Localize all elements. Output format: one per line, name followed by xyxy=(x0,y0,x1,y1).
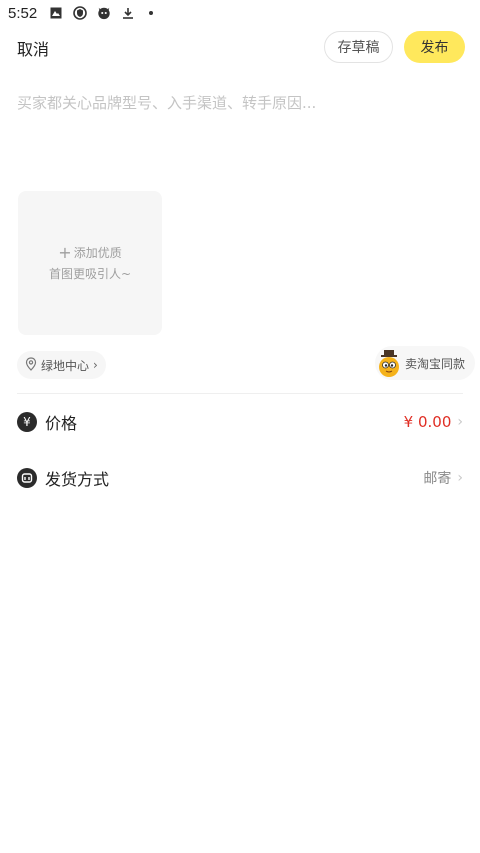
location-pin-icon xyxy=(25,356,37,374)
add-photo-line: + 添加优质 xyxy=(58,244,121,261)
chevron-right-icon: › xyxy=(93,358,98,372)
gallery-icon xyxy=(49,6,63,20)
chevron-right-icon: › xyxy=(457,470,463,486)
location-label: 绿地中心 xyxy=(41,358,90,373)
location-chip[interactable]: 绿地中心 › xyxy=(17,351,106,379)
mascot-icon xyxy=(375,349,403,377)
add-photo-hint: 首图更吸引人~ xyxy=(48,267,132,281)
cancel-button[interactable]: 取消 xyxy=(17,36,49,60)
divider xyxy=(17,393,463,394)
same-style-taobao-button[interactable]: 卖淘宝同款 xyxy=(375,346,476,380)
shipping-row[interactable]: 发货方式 邮寄 › xyxy=(17,466,463,490)
header: 取消 存草稿 发布 xyxy=(0,28,480,68)
shipping-label: 发货方式 xyxy=(45,470,110,489)
shipping-value-wrap: 邮寄 › xyxy=(423,468,463,488)
price-value: ¥ 0.00 xyxy=(403,413,452,431)
price-value-wrap: ¥ 0.00 › xyxy=(404,413,463,431)
add-photo-button[interactable]: + 添加优质 首图更吸引人~ xyxy=(18,191,162,335)
download-icon xyxy=(121,6,135,20)
save-draft-label: 存草稿 xyxy=(337,40,380,56)
add-photo-label: 添加优质 xyxy=(73,246,122,260)
cat-app-icon xyxy=(97,6,111,20)
shipping-icon xyxy=(17,468,37,488)
status-time: 5:52 xyxy=(8,4,38,22)
status-bar: 5:52 xyxy=(0,0,480,26)
price-row[interactable]: ¥ 价格 ¥ 0.00 › xyxy=(17,410,463,434)
shipping-value: 邮寄 xyxy=(423,471,452,487)
notification-dot-icon xyxy=(149,11,154,15)
vpn-shield-icon xyxy=(73,6,88,20)
same-style-label: 卖淘宝同款 xyxy=(405,356,466,371)
plus-icon: + xyxy=(58,242,72,262)
publish-label: 发布 xyxy=(420,40,449,56)
chevron-right-icon: › xyxy=(457,414,463,430)
save-draft-button[interactable]: 存草稿 xyxy=(324,31,393,63)
price-label: 价格 xyxy=(45,414,78,433)
publish-button[interactable]: 发布 xyxy=(404,31,465,63)
yuan-icon: ¥ xyxy=(17,412,37,432)
description-input[interactable]: 买家都关心品牌型号、入手渠道、转手原因... xyxy=(17,92,463,172)
